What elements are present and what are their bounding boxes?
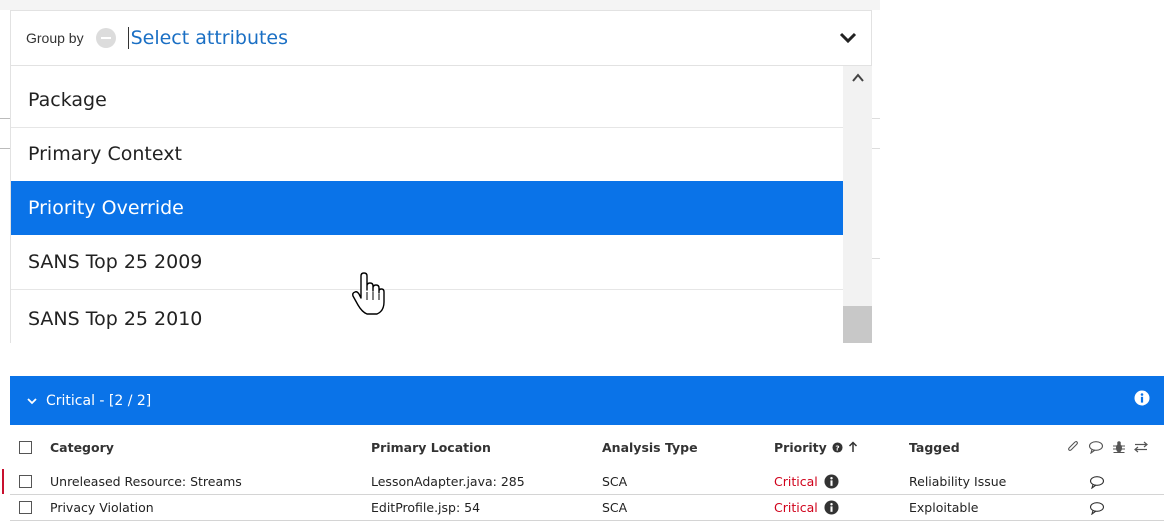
option-label: SANS Top 25 2010 (28, 308, 203, 330)
comment-icon[interactable] (1089, 501, 1105, 515)
cell-priority: Critical (774, 495, 839, 520)
info-icon[interactable] (824, 500, 839, 515)
options-scrollbar[interactable] (843, 66, 872, 343)
option-priority-override[interactable]: Priority Override (11, 181, 843, 235)
group-by-label: Group by (26, 30, 84, 46)
chevron-down-icon[interactable] (26, 396, 38, 406)
row-checkbox[interactable] (19, 501, 32, 514)
svg-text:?: ? (835, 443, 839, 452)
select-all-checkbox[interactable] (19, 440, 32, 454)
option-label: Primary Context (28, 143, 182, 165)
group-by-select[interactable]: Group by (10, 10, 872, 66)
cell-tagged: Exploitable (909, 500, 979, 515)
background-divider (872, 148, 880, 149)
comment-icon[interactable] (1089, 475, 1105, 489)
critical-row-marker (2, 469, 4, 494)
paperclip-icon[interactable] (1066, 440, 1080, 454)
cell-comment (1089, 469, 1105, 494)
cell-analysis-type: SCA (602, 474, 628, 489)
bug-icon[interactable] (1112, 440, 1126, 454)
cell-primary-location: LessonAdapter.java: 285 (371, 474, 525, 489)
priority-value: Critical (774, 500, 818, 515)
swap-icon[interactable] (1134, 441, 1148, 453)
row-checkbox[interactable] (19, 475, 32, 488)
cell-analysis-type: SCA (602, 500, 628, 515)
priority-header-label: Priority (774, 439, 827, 455)
help-icon[interactable]: ? (832, 441, 843, 453)
background-divider (0, 148, 10, 149)
options-list: Package Primary Context Priority Overrid… (10, 66, 872, 343)
background-divider (872, 258, 880, 259)
info-icon[interactable] (824, 474, 839, 489)
issues-table: Critical - [2 / 2] Category Primary Loca… (2, 376, 1164, 523)
group-title: Critical - [2 / 2] (46, 392, 152, 409)
option-label: Package (28, 89, 107, 111)
chevron-down-icon[interactable] (839, 31, 857, 45)
hand-cursor-icon (352, 272, 385, 315)
comment-icon[interactable] (1088, 440, 1104, 454)
cell-comment (1089, 495, 1105, 520)
cell-category: Unreleased Resource: Streams (50, 474, 242, 489)
text-caret (127, 27, 129, 49)
column-header-category[interactable]: Category (50, 425, 114, 469)
table-header-row: Category Primary Location Analysis Type … (10, 425, 1164, 469)
select-attributes-input[interactable] (130, 27, 731, 49)
background-divider (0, 118, 10, 119)
option-label: SANS Top 25 2009 (28, 251, 203, 273)
option-sans-top-25-2010[interactable]: SANS Top 25 2010 (11, 292, 843, 343)
column-header-tagged[interactable]: Tagged (909, 425, 960, 469)
cell-primary-location: EditProfile.jsp: 54 (371, 500, 481, 515)
option-divider (11, 289, 843, 290)
column-header-icons (1066, 425, 1156, 469)
option-package[interactable]: Package (11, 73, 843, 127)
option-sans-top-25-2009[interactable]: SANS Top 25 2009 (11, 235, 843, 289)
cell-priority: Critical (774, 469, 839, 494)
cell-tagged: Reliability Issue (909, 474, 1007, 489)
scrollbar-thumb[interactable] (843, 306, 872, 343)
scroll-up-icon[interactable] (851, 72, 865, 84)
table-row[interactable]: Unreleased Resource: Streams LessonAdapt… (2, 469, 1164, 495)
clear-selection-icon[interactable] (95, 28, 116, 48)
top-strip (0, 0, 880, 10)
group-header-critical[interactable]: Critical - [2 / 2] (10, 376, 1164, 425)
priority-value: Critical (774, 474, 818, 489)
sort-up-icon[interactable] (848, 441, 858, 453)
table-row[interactable]: Privacy Violation EditProfile.jsp: 54 SC… (10, 495, 1164, 521)
info-icon[interactable] (1134, 390, 1150, 406)
column-header-primary-location[interactable]: Primary Location (371, 425, 491, 469)
column-header-priority[interactable]: Priority ? (774, 425, 858, 469)
column-header-analysis-type[interactable]: Analysis Type (602, 425, 698, 469)
group-by-dropdown: Group by Package Primary Context Priorit… (0, 0, 880, 345)
background-divider (872, 118, 880, 119)
option-primary-context[interactable]: Primary Context (11, 127, 843, 181)
cell-category: Privacy Violation (50, 500, 154, 515)
option-label: Priority Override (28, 197, 184, 219)
